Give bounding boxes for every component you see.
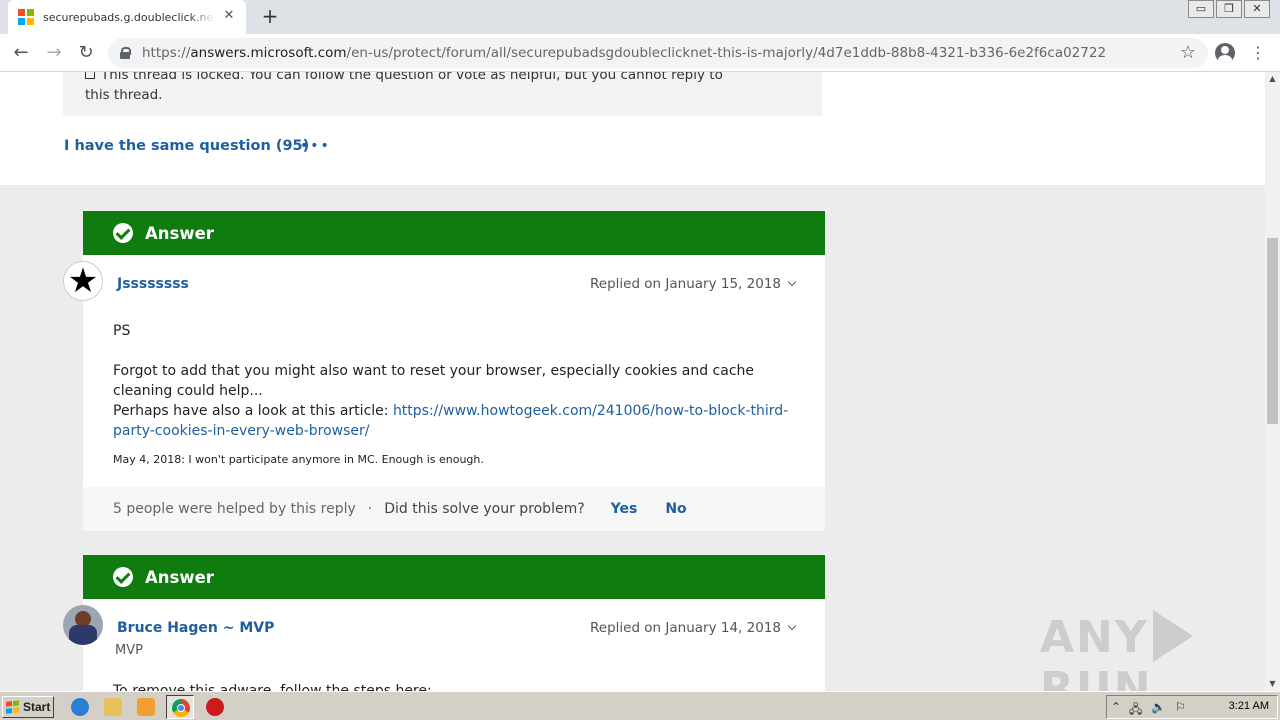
reply-paragraph: Perhaps have also a look at this article… [113,403,789,439]
reply-body: PS Forgot to add that you might also wan… [113,321,803,441]
answer-card-2: Answer Bruce Hagen ~ MVP MVP Replied on … [63,555,825,691]
answer-card-1: Answer ★ Jssssssss Replied on January 15… [63,211,825,531]
browser-toolbar: ← → ↻ https://answers.microsoft.com/en-u… [0,34,1280,72]
checkmark-circle-icon [113,567,133,587]
question-area: This thread is locked. You can follow th… [0,72,1265,185]
flag-icon[interactable]: ⚐ [1175,700,1186,714]
internet-explorer-icon[interactable] [71,698,89,716]
no-button[interactable]: No [665,501,686,517]
media-player-icon[interactable] [137,698,155,716]
network-icon[interactable]: 🖧 [1129,700,1142,720]
tray-expand-icon[interactable]: ⌃ [1111,700,1121,714]
account-icon[interactable] [1215,43,1235,63]
page-content: This thread is locked. You can follow th… [0,72,1265,691]
tab-title: securepubads.g.doubleclick.net - this is… [43,10,215,24]
restore-button[interactable]: ❐ [1216,0,1242,18]
reply-footer: 5 people were helped by this reply · Did… [83,487,825,531]
tab-close-icon[interactable]: ✕ [220,8,238,23]
browser-tab[interactable]: securepubads.g.doubleclick.net - this is… [8,0,246,34]
bookmark-star-icon[interactable]: ☆ [1180,42,1196,63]
person-body-icon [69,625,97,645]
address-bar[interactable]: https://answers.microsoft.com/en-us/prot… [108,38,1208,68]
yes-button[interactable]: Yes [611,501,638,517]
back-icon[interactable]: ← [8,40,34,66]
tab-strip: securepubads.g.doubleclick.net - this is… [0,0,1280,34]
avatar[interactable] [63,605,103,645]
avatar[interactable]: ★ [63,261,103,301]
lock-icon [120,47,131,59]
new-tab-button[interactable]: + [258,4,282,28]
start-button[interactable]: Start [2,696,54,718]
scroll-down-icon[interactable]: ▼ [1265,677,1280,691]
more-options-icon[interactable]: ••• [300,138,331,154]
helped-count: 5 people were helped by this reply [113,501,356,517]
checkmark-circle-icon [113,223,133,243]
answer-label: Answer [145,223,214,243]
scroll-up-icon[interactable]: ▲ [1265,72,1280,86]
url-text: https://answers.microsoft.com/en-us/prot… [142,45,1107,61]
reply-paragraph: Forgot to add that you might also want t… [113,363,755,399]
answer-header: Answer [83,211,825,255]
star-avatar-icon: ★ [67,261,99,301]
username[interactable]: Jssssssss [117,276,189,292]
play-logo-icon [1152,610,1193,662]
username[interactable]: Bruce Hagen ~ MVP [117,620,274,636]
reply-paragraph: PS [113,323,131,339]
stop-sign-icon[interactable] [206,698,224,716]
reply-body: To remove this adware, follow the steps … [113,683,432,691]
solve-question: Did this solve your problem? [384,501,585,517]
signature: May 4, 2018: I won't participate anymore… [113,453,484,466]
system-tray: ⌃ 🖧 🔈 ⚐ 3:21 AM [1106,695,1278,719]
replied-date[interactable]: Replied on January 14, 2018 [590,620,797,636]
window-close-button[interactable]: ✕ [1244,0,1270,18]
forward-icon[interactable]: → [41,40,67,66]
chrome-taskbar-button[interactable] [166,695,194,719]
window-controls: ▭ ❐ ✕ [1186,0,1270,18]
answer-label: Answer [145,567,214,587]
volume-icon[interactable]: 🔈 [1151,700,1166,714]
folder-icon[interactable] [104,698,122,716]
clock[interactable]: 3:21 AM [1229,700,1269,712]
locked-notice: This thread is locked. You can follow th… [85,72,745,105]
chevron-down-icon [787,621,797,631]
page-scrollbar[interactable]: ▲ ▼ [1265,72,1280,691]
separator: · [367,501,373,517]
lock-checkbox-icon [85,72,95,79]
replied-date[interactable]: Replied on January 15, 2018 [590,276,797,292]
user-role: MVP [115,643,143,658]
anyrun-watermark: ANYRUN [1040,610,1265,691]
minimize-button[interactable]: ▭ [1188,0,1214,18]
windows-logo-icon [6,700,20,714]
answer-header: Answer [83,555,825,599]
scroll-thumb[interactable] [1267,238,1278,424]
reload-icon[interactable]: ↻ [73,40,99,66]
taskbar: Start ⌃ 🖧 🔈 ⚐ 3:21 AM [0,691,1280,720]
chrome-icon [172,699,190,717]
same-question-button[interactable]: I have the same question (95) [64,138,309,154]
browser-menu-icon[interactable]: ⋮ [1250,42,1266,64]
locked-notice-box: This thread is locked. You can follow th… [63,72,822,116]
chevron-down-icon [787,277,797,287]
microsoft-favicon-icon [18,9,34,25]
